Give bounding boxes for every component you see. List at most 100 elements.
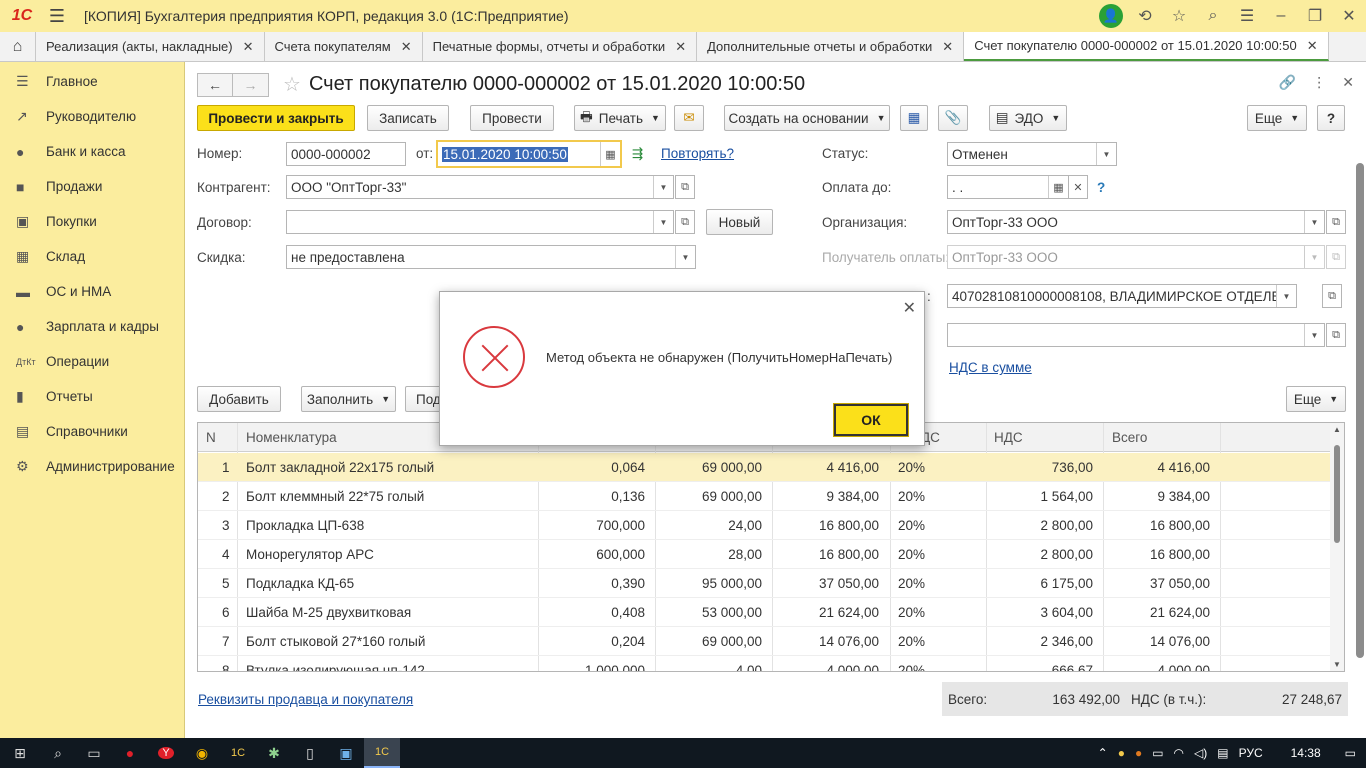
help-button[interactable]: ? (1317, 105, 1345, 131)
ie-icon[interactable]: ▣ (328, 738, 364, 768)
discount-field[interactable]: не предоставлена ▼ (286, 245, 696, 269)
sidebar-item-catalogs[interactable]: ▤ Справочники (0, 414, 184, 449)
tray-app-icon-2[interactable]: ● (1135, 746, 1142, 760)
clear-icon[interactable]: ✕ (1068, 175, 1088, 199)
vat-in-sum-link[interactable]: НДС в сумме (949, 360, 1032, 375)
search-icon[interactable]: ⌕ (40, 738, 76, 768)
dialog-close-icon[interactable]: ✕ (903, 298, 916, 318)
table-row[interactable]: 3 Прокладка ЦП-638 700,000 24,00 16 800,… (198, 511, 1344, 540)
sidebar-item-admin[interactable]: ⚙ Администрирование (0, 449, 184, 484)
attach-button[interactable]: 📎 (938, 105, 968, 131)
wifi-icon[interactable]: ◠ (1174, 746, 1184, 760)
sidebar-item-salary[interactable]: ● Зарплата и кадры (0, 309, 184, 344)
favorite-star-icon[interactable]: ☆ (283, 72, 301, 97)
scroll-down-icon[interactable]: ▼ (1333, 660, 1341, 669)
home-icon[interactable]: ⌂ (0, 32, 36, 61)
file-icon[interactable]: ▯ (292, 738, 328, 768)
tab-close-icon[interactable]: ✕ (1307, 38, 1318, 54)
table-row[interactable]: 5 Подкладка КД-65 0,390 95 000,00 37 050… (198, 569, 1344, 598)
sidebar-item-bank[interactable]: ● Банк и касса (0, 134, 184, 169)
more-vertical-icon[interactable]: ⋮ (1312, 74, 1326, 91)
link-icon[interactable]: 🔗 (1279, 74, 1296, 91)
sidebar-item-warehouse[interactable]: ▦ Склад (0, 239, 184, 274)
windows-start-icon[interactable]: ⊞ (0, 738, 40, 768)
search-icon[interactable]: ⌕ (1196, 0, 1230, 32)
main-menu-icon[interactable]: ☰ (44, 0, 70, 32)
form-close-icon[interactable]: ✕ (1342, 74, 1354, 91)
repeat-link[interactable]: Повторять? (661, 146, 734, 161)
new-contract-button[interactable]: Новый (706, 209, 773, 235)
calendar-icon[interactable]: ▦ (600, 142, 620, 166)
chevron-up-icon[interactable]: ⌃ (1098, 746, 1108, 760)
post-button[interactable]: Провести (470, 105, 554, 131)
user-icon[interactable]: 👤 (1094, 0, 1128, 32)
open-extra-icon[interactable]: ⧉ (1326, 323, 1346, 347)
calendar-icon[interactable]: ▦ (1048, 176, 1068, 198)
tray-app-icon[interactable]: ● (1118, 746, 1125, 760)
number-field[interactable]: 0000-000002 (286, 142, 406, 166)
bank-account-field[interactable]: 40702810810000008108, ВЛАДИМИРСКОЕ ОТДЕЛ… (947, 284, 1297, 308)
tab-extra-reports[interactable]: Дополнительные отчеты и обработки ✕ (697, 32, 965, 61)
chevron-down-icon[interactable]: ▼ (653, 211, 673, 233)
chevron-down-icon[interactable]: ▼ (1304, 211, 1324, 233)
repeat-icon[interactable]: ⇶ (632, 146, 643, 162)
table-row[interactable]: 7 Болт стыковой 27*160 голый 0,204 69 00… (198, 627, 1344, 656)
tab-sales[interactable]: Реализация (акты, накладные) ✕ (36, 32, 265, 61)
extra-field[interactable]: ▼ (947, 323, 1325, 347)
chrome-icon[interactable]: ◉ (184, 738, 220, 768)
forward-button[interactable]: → (233, 72, 269, 97)
sidebar-item-sales[interactable]: ■ Продажи (0, 169, 184, 204)
fill-button[interactable]: Заполнить ▼ (301, 386, 396, 412)
table-row[interactable]: 6 Шайба М-25 двухвитковая 0,408 53 000,0… (198, 598, 1344, 627)
open-org-icon[interactable]: ⧉ (1326, 210, 1346, 234)
pay-until-field[interactable]: . . ▦ (947, 175, 1069, 199)
table-scrollbar[interactable]: ▲ ▼ (1330, 423, 1344, 671)
open-contractor-icon[interactable]: ⧉ (675, 175, 695, 199)
chevron-down-icon[interactable]: ▼ (1096, 143, 1116, 165)
network-icon[interactable]: ▤ (1217, 746, 1228, 760)
settings-icon[interactable]: ☰ (1230, 0, 1264, 32)
org-field[interactable]: ОптТорг-33 ООО ▼ (947, 210, 1325, 234)
tab-close-icon[interactable]: ✕ (942, 39, 953, 55)
tab-close-icon[interactable]: ✕ (401, 39, 412, 55)
restore-icon[interactable]: ❐ (1298, 0, 1332, 32)
history-icon[interactable]: ⟲ (1128, 0, 1162, 32)
notifications-icon[interactable]: ▭ (1345, 746, 1356, 760)
email-button[interactable]: ✉ (674, 105, 704, 131)
add-row-button[interactable]: Добавить (197, 386, 281, 412)
status-field[interactable]: Отменен ▼ (947, 142, 1117, 166)
requisites-link[interactable]: Реквизиты продавца и покупателя (198, 692, 413, 707)
create-based-on-button[interactable]: Создать на основании ▼ (724, 105, 890, 131)
volume-icon[interactable]: ◁) (1194, 746, 1207, 760)
ok-button[interactable]: ОК (833, 403, 909, 437)
sidebar-item-manager[interactable]: ↗ Руководителю (0, 99, 184, 134)
contract-field[interactable]: ▼ (286, 210, 674, 234)
chevron-down-icon[interactable]: ▼ (653, 176, 673, 198)
date-field[interactable]: 15.01.2020 10:00:50 ▦ (436, 140, 622, 168)
table-row[interactable]: 1 Болт закладной 22х175 голый 0,064 69 0… (198, 453, 1344, 482)
save-button[interactable]: Записать (367, 105, 449, 131)
sidebar-item-operations[interactable]: ДтКт Операции (0, 344, 184, 379)
yandex-icon[interactable]: Y (148, 738, 184, 768)
open-account-icon[interactable]: ⧉ (1322, 284, 1342, 308)
language-indicator[interactable]: РУС (1239, 746, 1263, 760)
star-icon[interactable]: ☆ (1162, 0, 1196, 32)
table-row[interactable]: 2 Болт клеммный 22*75 голый 0,136 69 000… (198, 482, 1344, 511)
open-contract-icon[interactable]: ⧉ (675, 210, 695, 234)
task-view-icon[interactable]: ▭ (76, 738, 112, 768)
scroll-up-icon[interactable]: ▲ (1333, 425, 1341, 434)
back-button[interactable]: ← (197, 72, 233, 97)
minimize-icon[interactable]: ‒ (1264, 0, 1298, 32)
chevron-down-icon[interactable]: ▼ (675, 246, 695, 268)
table-scroll-thumb[interactable] (1334, 445, 1340, 543)
sidebar-item-main[interactable]: ☰ Главное (0, 64, 184, 99)
close-icon[interactable]: ✕ (1332, 0, 1366, 32)
tab-invoices[interactable]: Счета покупателям ✕ (265, 32, 423, 61)
structure-button[interactable]: ▦ (900, 105, 928, 131)
sidebar-item-purchases[interactable]: ▣ Покупки (0, 204, 184, 239)
chevron-down-icon[interactable]: ▼ (1276, 285, 1296, 307)
table-more-button[interactable]: Еще ▼ (1286, 386, 1346, 412)
puzzle-icon[interactable]: ✱ (256, 738, 292, 768)
tab-print-forms[interactable]: Печатные формы, отчеты и обработки ✕ (423, 32, 698, 61)
tab-current-invoice[interactable]: Счет покупателю 0000-000002 от 15.01.202… (964, 32, 1329, 61)
